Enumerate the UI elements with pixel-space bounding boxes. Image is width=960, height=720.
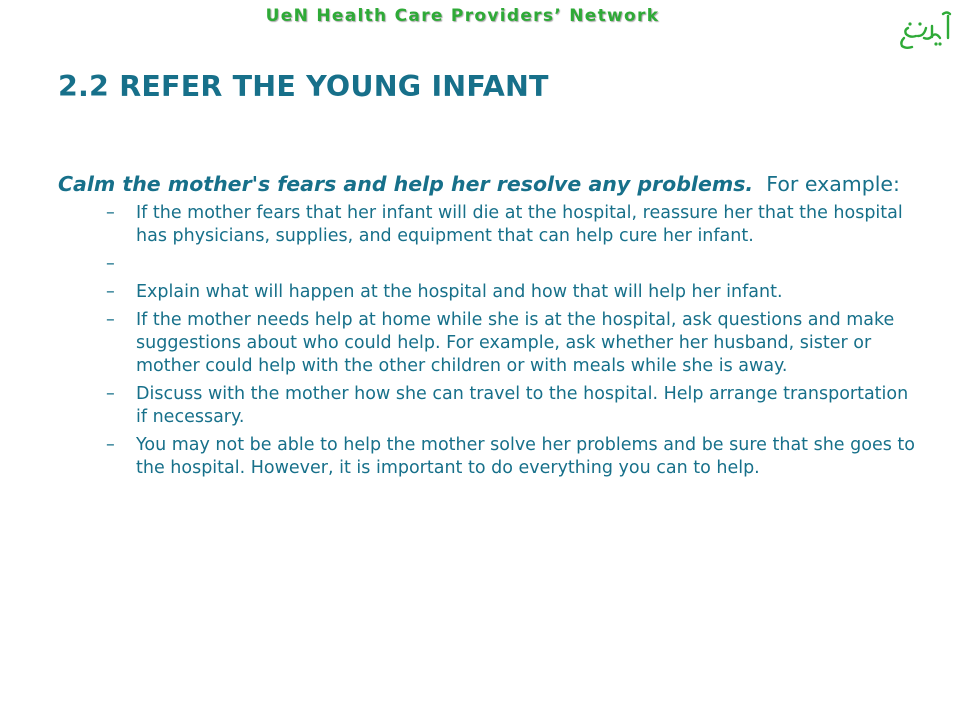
umeed-e-nau-logo	[900, 11, 952, 49]
slide-body: Calm the mother's fears and help her res…	[58, 170, 918, 485]
bullet-dash: –	[106, 384, 115, 404]
bullet-text: Discuss with the mother how she can trav…	[136, 384, 909, 427]
bullet-dash: –	[106, 282, 115, 302]
bullet-text: You may not be able to help the mother s…	[136, 435, 915, 478]
lead-emphasis: Calm the mother's fears and help her res…	[58, 172, 754, 196]
bullet-dash: –	[106, 254, 115, 274]
bullet-item: – You may not be able to help the mother …	[58, 434, 918, 480]
bullet-item: – Discuss with the mother how she can tra…	[58, 383, 918, 429]
bullet-dash: –	[106, 310, 115, 330]
bullet-item: –	[58, 253, 918, 276]
lead-rest: For example:	[766, 172, 900, 196]
bullet-text: If the mother fears that her infant will…	[136, 203, 903, 246]
bullet-item: – If the mother fears that her infant wil…	[58, 202, 918, 248]
bullet-dash: –	[106, 435, 115, 455]
bullet-dash: –	[106, 203, 115, 223]
bullet-text: Explain what will happen at the hospital…	[136, 282, 783, 302]
bullet-text: If the mother needs help at home while s…	[136, 310, 895, 376]
bullet-item: – Explain what will happen at the hospita…	[58, 281, 918, 304]
network-header: UeN Health Care Providers’ Network	[265, 6, 660, 26]
slide-title: 2.2 REFER THE YOUNG INFANT	[58, 70, 549, 103]
bullet-item: – If the mother needs help at home while …	[58, 309, 918, 378]
bullet-list: – If the mother fears that her infant wil…	[58, 202, 918, 480]
lead-sentence: Calm the mother's fears and help her res…	[58, 170, 918, 198]
